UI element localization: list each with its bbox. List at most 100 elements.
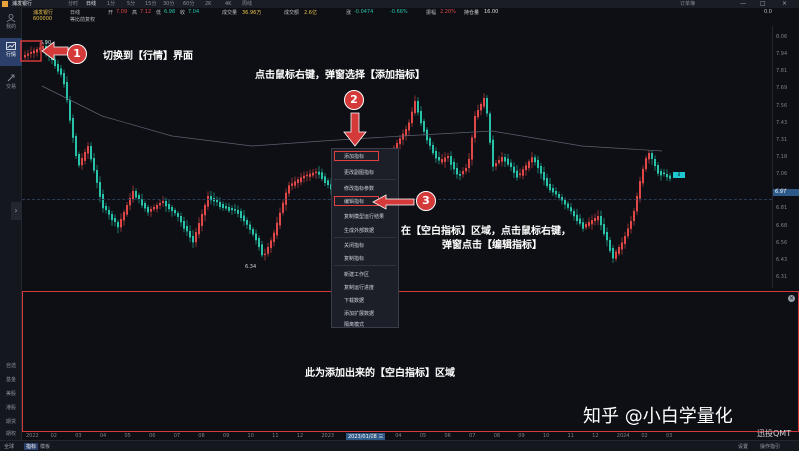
menu-item-copy-indicator[interactable]: 复制指标 xyxy=(344,255,364,262)
candle-body xyxy=(306,174,308,177)
date-axis-tick: 07 xyxy=(173,433,181,439)
sidebar-bottom-us[interactable]: 美股 xyxy=(0,388,22,400)
menu-item-isolation-mode[interactable]: 隔离模式 xyxy=(344,321,364,328)
high-label: 高 xyxy=(132,10,138,16)
candle-body xyxy=(408,122,410,131)
orderbook-tab[interactable]: 订单簿 xyxy=(680,1,695,7)
amp-label: 振幅 xyxy=(426,10,437,16)
date-axis-tick: 07 xyxy=(469,433,476,439)
menu-item-add-indicator[interactable]: 添加指标 xyxy=(344,153,364,160)
menu-item-export-data[interactable]: 生成外部数据 xyxy=(344,227,374,234)
tab-60min[interactable]: 60分 xyxy=(183,1,194,7)
menu-item-download-data[interactable]: 下载数据 xyxy=(344,297,364,304)
tab-fenshi[interactable]: 分时 xyxy=(68,1,78,7)
candle-body xyxy=(279,212,281,226)
step2-text: 点击鼠标右键，弹窗选择【添加指标】 xyxy=(255,70,425,81)
sidebar-bottom-hk[interactable]: 港股 xyxy=(0,402,22,414)
candle-body xyxy=(66,82,68,101)
tab-15min[interactable]: 15分 xyxy=(145,1,156,7)
minimize-icon[interactable]: — xyxy=(740,0,746,8)
candle-body xyxy=(534,157,536,163)
candle-body xyxy=(576,214,578,222)
candle-body xyxy=(252,229,254,235)
date-axis-tick: 10 xyxy=(247,433,254,439)
user-icon xyxy=(6,14,16,22)
bottom-tab-template[interactable]: 模板 xyxy=(40,443,50,450)
candle-body xyxy=(249,224,251,230)
date-axis-tick: 2023/01/08 三 xyxy=(346,433,386,440)
stock-tab[interactable]: 浦发银行 xyxy=(12,1,32,7)
price-axis: 8.067.947.817.697.567.437.317.187.066.94… xyxy=(772,26,799,288)
maximize-icon[interactable]: □ xyxy=(760,0,766,8)
candle-body xyxy=(234,209,236,211)
sidebar-bottom-options[interactable]: 期权 xyxy=(0,428,22,440)
menu-item-new-workspace[interactable]: 新建工作区 xyxy=(344,271,369,278)
candle-body xyxy=(633,211,635,222)
candle-body xyxy=(228,207,230,211)
tab-2k[interactable]: 2K xyxy=(205,1,211,7)
sidebar-bottom-fund[interactable]: 基金 xyxy=(0,374,22,386)
candle-body xyxy=(465,168,467,172)
guide-button[interactable]: 操作指引 xyxy=(760,443,780,450)
tab-weekly[interactable]: 周线 xyxy=(242,1,252,7)
tab-30min[interactable]: 30分 xyxy=(163,1,174,7)
candle-body xyxy=(543,172,545,181)
candle-body xyxy=(468,158,470,169)
tab-1min[interactable]: 1分 xyxy=(107,1,115,7)
close-icon[interactable]: × xyxy=(782,0,787,8)
bottom-tab-indicator[interactable]: 指标 xyxy=(24,443,39,450)
expand-chevron-icon[interactable]: › xyxy=(11,202,21,220)
menu-item-change-sub-indicator[interactable]: 更改副图指标 xyxy=(344,169,374,176)
price-axis-tick: 7.81 xyxy=(776,68,788,75)
date-axis-tick: 02 xyxy=(50,433,57,439)
sidebar-bottom-futures[interactable]: 期货 xyxy=(0,416,22,428)
candle-body xyxy=(309,173,311,177)
price-axis-tick: 7.31 xyxy=(776,136,788,143)
candle-body xyxy=(660,171,662,176)
menu-item-copy-progress[interactable]: 复制运行进度 xyxy=(344,284,374,291)
tab-4k[interactable]: 4K xyxy=(225,1,231,7)
candle-body xyxy=(219,202,221,207)
tab-daily[interactable]: 日线 xyxy=(86,1,96,7)
candle-body xyxy=(69,100,71,121)
date-axis-tick: 05 xyxy=(124,433,131,439)
menu-item-copy-results[interactable]: 复制模型运行结果 xyxy=(344,213,384,220)
menu-item-add-extended-data[interactable]: 添加扩展数据 xyxy=(344,310,374,317)
sidebar-item-market[interactable]: 行情 xyxy=(0,38,22,66)
candle-body xyxy=(558,194,560,198)
candle-body xyxy=(201,214,203,226)
candle-body xyxy=(159,203,161,206)
menu-item-close-indicator[interactable]: 关闭指标 xyxy=(344,242,364,249)
candle-body xyxy=(156,205,158,209)
candle-body xyxy=(192,236,194,243)
date-axis-tick: 02 xyxy=(641,433,648,439)
candle-body xyxy=(432,145,434,154)
date-axis-tick: 09 xyxy=(222,433,230,439)
close-value: 7.04 xyxy=(188,9,200,15)
sidebar-bottom-watchlist[interactable]: 自选 xyxy=(0,360,22,372)
candle-body xyxy=(177,213,179,217)
step2-arrow-icon xyxy=(343,112,367,147)
step3-arrow-icon xyxy=(372,194,415,210)
candle-body xyxy=(216,200,218,203)
candle-body xyxy=(303,175,305,179)
candle-body xyxy=(594,218,596,222)
date-axis-tick: 03 xyxy=(370,433,377,439)
tab-5min[interactable]: 5分 xyxy=(127,1,135,7)
menu-item-edit-indicator[interactable]: 编辑指标 xyxy=(344,198,364,205)
settings-button[interactable]: 设置 xyxy=(738,443,748,450)
step3-text-line1: 在【空白指标】区域，点击鼠标右键， xyxy=(401,226,571,237)
bottom-tab-global[interactable]: 全球 xyxy=(4,443,14,450)
close-panel-icon[interactable]: × xyxy=(788,295,795,302)
open-label: 开 xyxy=(108,10,114,16)
sidebar-item-mine[interactable]: 我的 xyxy=(0,14,22,30)
candle-body xyxy=(321,172,323,179)
candle-body xyxy=(525,165,527,171)
sidebar-item-trade[interactable]: 交易 xyxy=(0,74,22,90)
candle-body xyxy=(405,129,407,136)
quote-info-row: 浦发银行 600000 日线 等比前复权 开 7.09 高 7.12 低 6.9… xyxy=(22,8,799,26)
candle-body xyxy=(417,101,419,113)
menu-item-modify-params[interactable]: 修改指标参数 xyxy=(344,185,374,192)
candle-body xyxy=(327,180,329,186)
candle-body xyxy=(471,137,473,160)
